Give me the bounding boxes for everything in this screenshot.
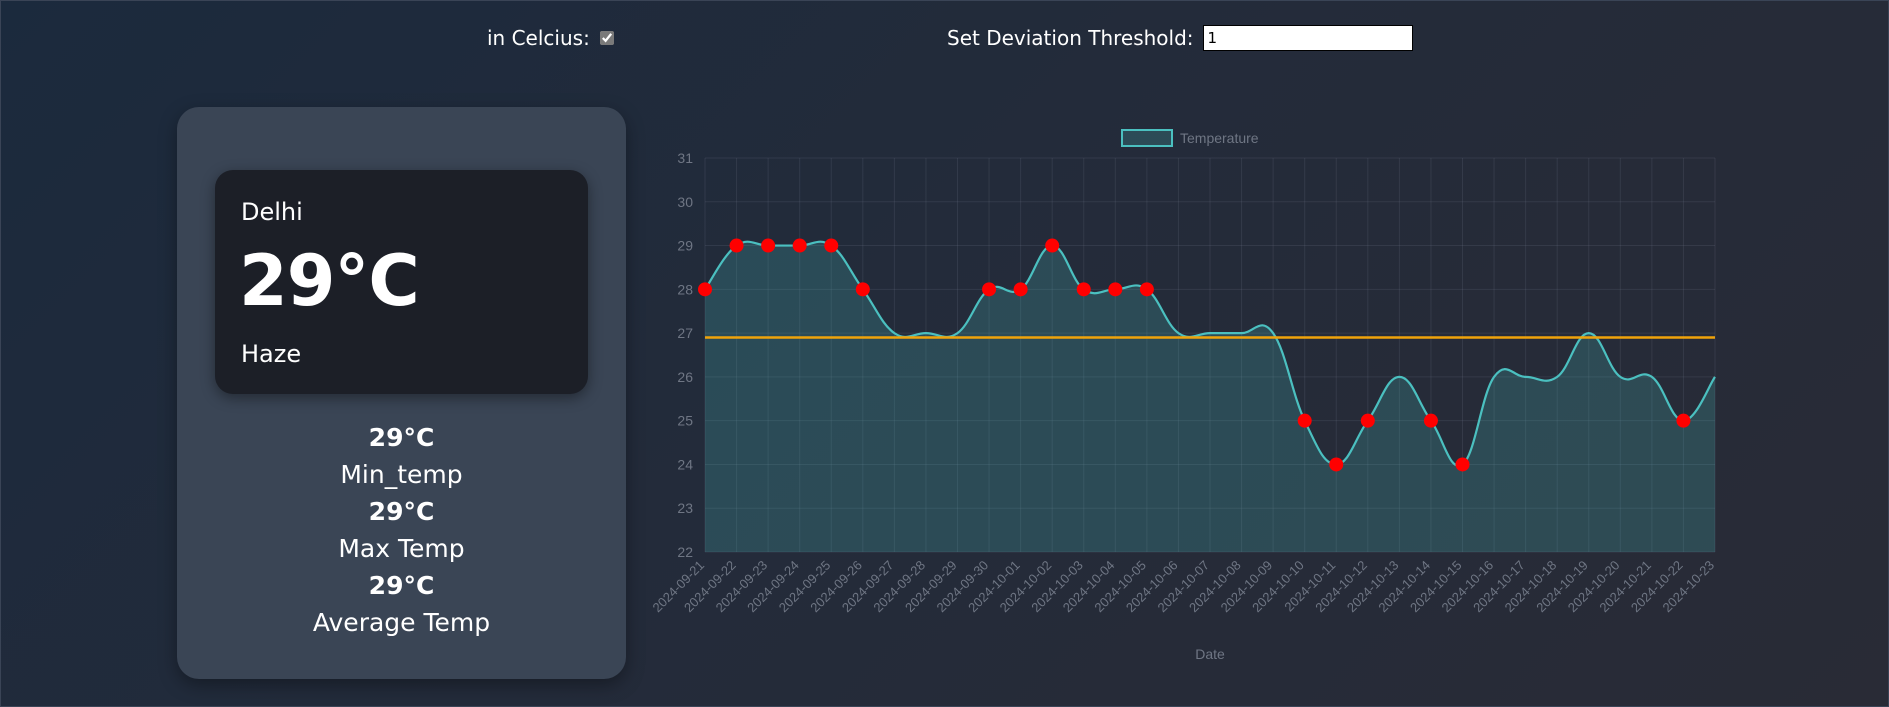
celsius-checkbox[interactable] [599,31,614,45]
deviation-point [698,282,712,297]
deviation-point [792,238,807,253]
deviation-point [761,238,776,253]
temperature-chart: 22 23 24 25 26 27 28 29 30 31 2024-09-21 2024-09-22… [640,115,1740,675]
avg-temp-label: Average Temp [312,608,491,637]
deviation-point [1045,238,1060,253]
y-tick-label: 30 [677,194,693,210]
deviation-point [1013,282,1028,297]
temperature-stats: 29°C Min_temp 29°C Max Temp 29°C Average… [177,419,626,641]
y-tick-label: 27 [677,325,693,341]
deviation-point [1455,457,1470,472]
avg-temp-value: 29°C [368,571,435,600]
y-tick-label: 22 [677,544,693,560]
current-temperature: 29°C [239,240,420,322]
threshold-label: Set Deviation Threshold: [947,26,1194,50]
threshold-control: Set Deviation Threshold: [947,25,1413,51]
y-tick-label: 24 [677,456,693,472]
controls-bar: in Celcius: Set Deviation Threshold: [0,25,1889,56]
legend-swatch [1121,129,1173,147]
celsius-toggle[interactable]: in Celcius: [487,26,614,50]
y-tick-label: 26 [677,369,693,385]
deviation-point [1297,413,1312,428]
min-temp-value: 29°C [368,423,435,452]
deviation-point [1329,457,1344,472]
current-weather-card: Delhi 29°C Haze [215,170,588,394]
deviation-point [1676,413,1691,428]
deviation-point [1360,413,1375,428]
max-temp-value: 29°C [368,497,435,526]
deviation-point [824,238,839,253]
max-temp-label: Max Temp [338,534,465,563]
legend-label: Temperature [1180,130,1259,146]
y-tick-label: 31 [677,150,693,166]
celsius-label: in Celcius: [487,26,590,50]
threshold-input[interactable] [1202,25,1413,51]
weather-panel: Delhi 29°C Haze 29°C Min_temp 29°C Max T… [177,107,626,679]
weather-condition: Haze [241,340,302,368]
deviation-point [1108,282,1123,297]
deviation-point [1076,282,1091,297]
deviation-point [855,282,870,297]
deviation-point [729,238,744,253]
deviation-point [1139,282,1154,297]
deviation-point [1423,413,1438,428]
x-axis-title: Date [1195,646,1225,662]
y-tick-label: 23 [677,500,693,516]
min-temp-label: Min_temp [340,460,463,489]
deviation-point [982,282,997,297]
city-name: Delhi [241,198,303,226]
chart-canvas: 222324252627282930312024-09-212024-09-22… [649,129,1717,662]
y-tick-label: 29 [677,238,693,254]
y-tick-label: 28 [677,281,693,297]
y-tick-label: 25 [677,413,693,429]
